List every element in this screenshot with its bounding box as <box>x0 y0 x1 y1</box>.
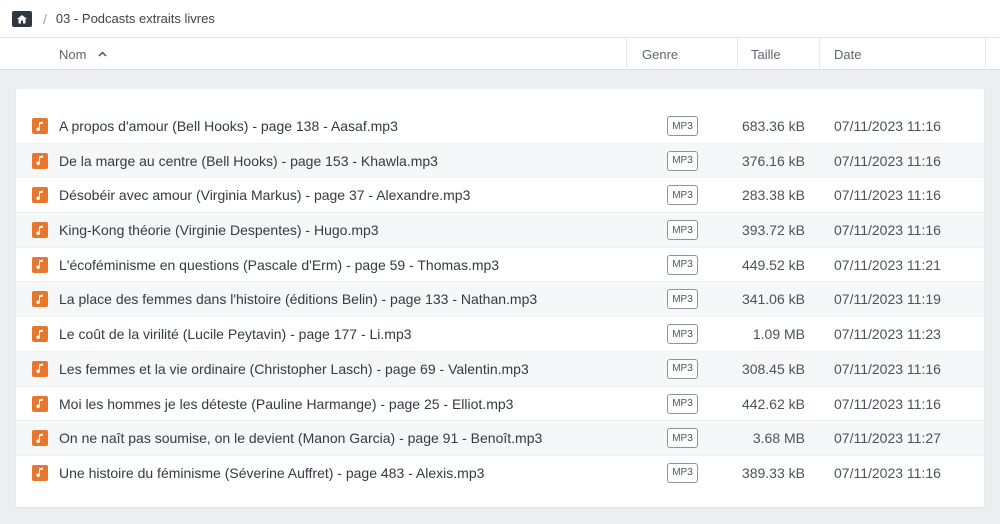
file-size: 683.36 kB <box>741 118 805 134</box>
file-date: 07/11/2023 11:19 <box>834 291 941 308</box>
file-size: 283.38 kB <box>741 187 805 204</box>
file-type-badge: MP3 <box>667 393 698 414</box>
file-date: 07/11/2023 11:16 <box>834 152 941 169</box>
file-row[interactable]: Une histoire du féminisme (Séverine Auff… <box>16 456 984 491</box>
file-row[interactable]: King-Kong théorie (Virginie Despentes) -… <box>16 213 984 248</box>
file-size: 376.16 kB <box>741 152 805 169</box>
file-row[interactable]: Désobéir avec amour (Virginia Markus) - … <box>16 178 984 214</box>
audio-file-icon <box>32 360 48 377</box>
audio-file-icon <box>32 118 48 134</box>
column-size-label: Taille <box>751 46 781 62</box>
file-date: 07/11/2023 11:16 <box>834 360 941 377</box>
file-date: 07/11/2023 11:16 <box>834 464 941 481</box>
breadcrumb-bar: / 03 - Podcasts extraits livres <box>0 0 1000 37</box>
home-folder-icon[interactable] <box>12 10 32 27</box>
breadcrumb-current-folder[interactable]: 03 - Podcasts extraits livres <box>56 11 215 26</box>
file-list-panel: A propos d'amour (Bell Hooks) - page 138… <box>16 89 984 507</box>
file-type-badge: MP3 <box>667 116 698 136</box>
file-type-badge: MP3 <box>667 289 698 310</box>
file-type-badge: MP3 <box>667 462 698 483</box>
file-name: A propos d'amour (Bell Hooks) - page 138… <box>59 118 398 134</box>
file-row[interactable]: La place des femmes dans l'histoire (édi… <box>16 282 984 318</box>
file-type-badge: MP3 <box>667 254 698 275</box>
file-row[interactable]: L'écoféminisme en questions (Pascale d'E… <box>16 248 984 283</box>
file-name: Désobéir avec amour (Virginia Markus) - … <box>59 187 471 204</box>
column-header: Nom Genre Taille Date <box>0 37 1000 70</box>
sort-ascending-icon <box>98 48 107 60</box>
audio-file-icon <box>32 152 48 169</box>
file-size: 308.45 kB <box>741 360 805 377</box>
column-name-label: Nom <box>59 46 87 62</box>
file-size: 442.62 kB <box>741 395 805 412</box>
file-row[interactable]: De la marge au centre (Bell Hooks) - pag… <box>16 143 984 179</box>
file-type-badge: MP3 <box>667 220 698 241</box>
file-date: 07/11/2023 11:23 <box>834 326 941 343</box>
file-name: L'écoféminisme en questions (Pascale d'E… <box>59 256 500 273</box>
file-size: 449.52 kB <box>741 256 805 273</box>
audio-file-icon <box>32 430 48 447</box>
file-size: 3.68 MB <box>752 430 805 447</box>
file-type-badge: MP3 <box>667 358 698 379</box>
column-header-size[interactable]: Taille <box>737 38 819 70</box>
file-name: Une histoire du féminisme (Séverine Auff… <box>59 464 485 481</box>
file-date: 07/11/2023 11:16 <box>834 187 941 204</box>
column-genre-label: Genre <box>642 46 679 62</box>
audio-file-icon <box>32 291 48 308</box>
file-name: De la marge au centre (Bell Hooks) - pag… <box>59 152 438 169</box>
column-date-label: Date <box>834 46 862 62</box>
file-row[interactable]: Moi les hommes je les déteste (Pauline H… <box>16 387 984 422</box>
audio-file-icon <box>32 326 48 343</box>
file-type-badge: MP3 <box>667 150 698 171</box>
audio-file-icon <box>32 187 48 204</box>
column-header-genre[interactable]: Genre <box>626 38 737 70</box>
file-size: 341.06 kB <box>741 291 805 308</box>
file-name: On ne naît pas soumise, on le devient (M… <box>59 430 543 447</box>
audio-file-icon <box>32 256 48 273</box>
file-name: Les femmes et la vie ordinaire (Christop… <box>59 360 529 377</box>
file-date: 07/11/2023 11:16 <box>834 118 941 134</box>
file-row[interactable]: A propos d'amour (Bell Hooks) - page 138… <box>16 109 984 144</box>
file-name: La place des femmes dans l'histoire (édi… <box>59 291 538 308</box>
column-header-date[interactable]: Date <box>819 38 985 70</box>
file-date: 07/11/2023 11:16 <box>834 395 941 412</box>
file-name: Le coût de la virilité (Lucile Peytavin)… <box>59 326 412 343</box>
file-type-badge: MP3 <box>667 428 698 449</box>
file-row[interactable]: Le coût de la virilité (Lucile Peytavin)… <box>16 317 984 352</box>
column-header-name[interactable]: Nom <box>59 38 107 70</box>
file-date: 07/11/2023 11:27 <box>834 430 941 447</box>
audio-file-icon <box>32 464 48 481</box>
file-size: 393.72 kB <box>741 222 805 239</box>
file-date: 07/11/2023 11:21 <box>834 256 941 273</box>
file-size: 1.09 MB <box>752 326 805 343</box>
audio-file-icon <box>32 222 48 239</box>
file-date: 07/11/2023 11:16 <box>834 222 941 239</box>
file-row[interactable]: Les femmes et la vie ordinaire (Christop… <box>16 351 984 387</box>
file-size: 389.33 kB <box>741 464 805 481</box>
audio-file-icon <box>32 395 48 412</box>
file-type-badge: MP3 <box>667 324 698 345</box>
file-type-badge: MP3 <box>667 185 698 206</box>
file-name: Moi les hommes je les déteste (Pauline H… <box>59 395 514 412</box>
breadcrumb-separator: / <box>43 10 47 27</box>
file-name: King-Kong théorie (Virginie Despentes) -… <box>59 222 379 239</box>
column-header-spacer <box>985 38 1000 70</box>
file-row[interactable]: On ne naît pas soumise, on le devient (M… <box>16 421 984 456</box>
file-list: A propos d'amour (Bell Hooks) - page 138… <box>16 109 984 491</box>
